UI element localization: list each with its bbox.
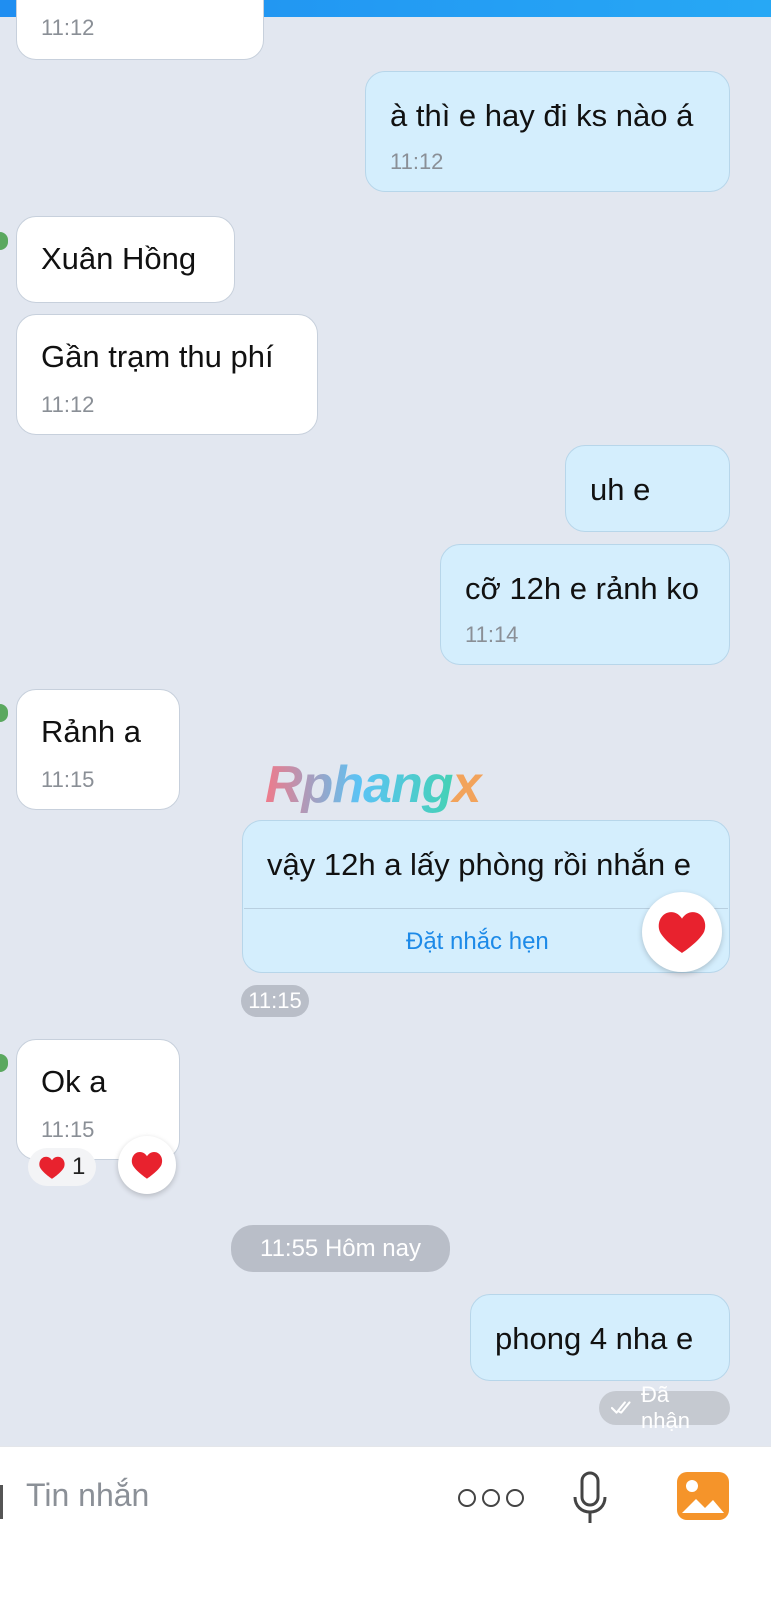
gallery-icon[interactable] <box>676 1471 730 1526</box>
message-text: Xuân Hồng <box>41 241 197 276</box>
heart-reaction-button[interactable] <box>118 1136 176 1194</box>
incoming-message-bubble[interactable]: 11:12 <box>16 0 264 60</box>
composer-edge <box>0 1485 3 1519</box>
delivery-status: Đã nhận <box>599 1382 730 1433</box>
message-text: à thì e hay đi ks nào á <box>390 98 694 133</box>
outgoing-message-bubble[interactable]: cỡ 12h e rảnh ko 11:14 <box>440 544 730 665</box>
sender-indicator <box>0 704 8 722</box>
message-text: Gần trạm thu phí <box>41 339 274 374</box>
message-input[interactable]: Tin nhắn <box>26 1477 149 1514</box>
sender-indicator <box>0 1054 8 1072</box>
watermark-text: Rphang <box>265 756 454 814</box>
outgoing-message-bubble[interactable]: uh e <box>565 445 730 532</box>
message-text: uh e <box>590 472 651 507</box>
incoming-message-bubble[interactable]: Rảnh a 11:15 <box>16 689 180 810</box>
incoming-message-bubble[interactable]: Gần trạm thu phí 11:12 <box>16 314 318 435</box>
message-time: 11:12 <box>41 15 95 40</box>
message-text: Rảnh a <box>41 714 141 749</box>
message-time: 11:12 <box>390 149 444 174</box>
double-check-icon <box>611 1401 631 1414</box>
message-time: 11:15 <box>41 1117 95 1142</box>
outgoing-message-bubble[interactable]: à thì e hay đi ks nào á 11:12 <box>365 71 730 192</box>
reaction-count: 1 <box>72 1153 86 1180</box>
message-text: Ok a <box>41 1064 107 1099</box>
message-time: 11:15 <box>41 767 95 792</box>
outgoing-message-bubble[interactable]: phong 4 nha e <box>470 1294 730 1381</box>
message-composer: Tin nhắn <box>0 1446 771 1601</box>
sender-indicator <box>0 232 8 250</box>
heart-icon <box>658 912 706 953</box>
message-time-pill: 11:15 <box>241 985 309 1017</box>
reaction-summary[interactable]: 1 <box>28 1148 96 1186</box>
microphone-icon[interactable] <box>572 1471 608 1532</box>
watermark-logo: Rphangx <box>265 755 482 815</box>
date-separator: 11:55 Hôm nay <box>231 1225 450 1272</box>
status-text: Đã nhận <box>641 1382 690 1433</box>
more-icon[interactable] <box>458 1489 524 1507</box>
heart-icon <box>131 1152 163 1179</box>
message-time: 11:12 <box>41 392 95 417</box>
message-time: 11:14 <box>465 622 519 647</box>
message-text: phong 4 nha e <box>495 1321 694 1356</box>
watermark-accent: x <box>452 756 482 814</box>
message-text: vậy 12h a lấy phòng rồi nhắn e <box>267 847 691 882</box>
message-text: cỡ 12h e rảnh ko <box>465 571 700 606</box>
incoming-message-bubble[interactable]: Xuân Hồng <box>16 216 235 303</box>
heart-reaction-button[interactable] <box>642 892 722 972</box>
set-reminder-link[interactable]: Đặt nhắc hẹn <box>406 928 549 956</box>
heart-icon <box>39 1156 65 1179</box>
